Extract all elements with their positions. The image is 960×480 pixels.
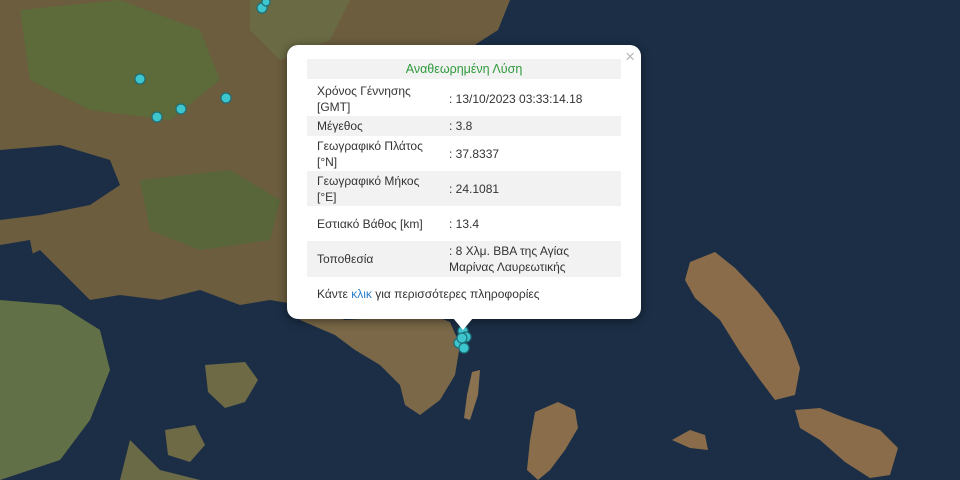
magnitude-label: Μέγεθος — [307, 116, 437, 136]
more-info-link[interactable]: κλικ — [351, 287, 372, 301]
earthquake-marker-icon[interactable] — [175, 103, 187, 115]
close-icon[interactable]: × — [625, 47, 635, 67]
longitude-value: : 24.1081 — [437, 171, 621, 206]
earthquake-details-table: Χρόνος Γέννησης [GMT] : 13/10/2023 03:33… — [307, 81, 621, 277]
more-info-suffix: για περισσότερες πληροφορίες — [371, 287, 540, 301]
earthquake-marker-icon[interactable] — [151, 111, 163, 123]
longitude-label: Γεωγραφικό Μήκος [°E] — [307, 171, 437, 206]
earthquake-info-popup: × Αναθεωρημένη Λύση Χρόνος Γέννησης [GMT… — [287, 45, 641, 319]
popup-tip — [453, 318, 473, 330]
table-row: Τοποθεσία : 8 Χλμ. ΒΒΑ της Αγίας Μαρίνας… — [307, 241, 621, 277]
more-info-text: Κάντε κλικ για περισσότερες πληροφορίες — [317, 287, 540, 301]
table-row: Γεωγραφικό Πλάτος [°N] : 37.8337 — [307, 136, 621, 171]
more-info-prefix: Κάντε — [317, 287, 352, 301]
origin-time-label: Χρόνος Γέννησης [GMT] — [317, 83, 411, 114]
location-label: Τοποθεσία — [307, 241, 437, 277]
latitude-value: : 37.8337 — [449, 146, 500, 161]
popup-title: Αναθεωρημένη Λύση — [307, 59, 621, 79]
earthquake-marker-icon[interactable] — [458, 342, 470, 354]
earthquake-marker-icon[interactable] — [261, 0, 271, 7]
earthquake-marker-icon[interactable] — [220, 92, 232, 104]
magnitude-value: : 3.8 — [437, 116, 621, 136]
depth-label: Εστιακό Βάθος [km] — [317, 216, 423, 231]
table-row: Μέγεθος : 3.8 — [307, 116, 621, 136]
earthquake-marker-icon[interactable] — [134, 73, 146, 85]
latitude-label: Γεωγραφικό Πλάτος [°N] — [317, 138, 423, 169]
table-row: Γεωγραφικό Μήκος [°E] : 24.1081 — [307, 171, 621, 206]
depth-value: : 13.4 — [449, 216, 480, 231]
table-row: Χρόνος Γέννησης [GMT] : 13/10/2023 03:33… — [307, 81, 621, 116]
earthquake-marker-icon[interactable] — [456, 332, 468, 344]
location-value: : 8 Χλμ. ΒΒΑ της Αγίας Μαρίνας Λαυρεωτικ… — [437, 241, 621, 277]
origin-time-value: : 13/10/2023 03:33:14.18 — [449, 91, 583, 106]
table-row: Εστιακό Βάθος [km] : 13.4 — [307, 206, 621, 241]
